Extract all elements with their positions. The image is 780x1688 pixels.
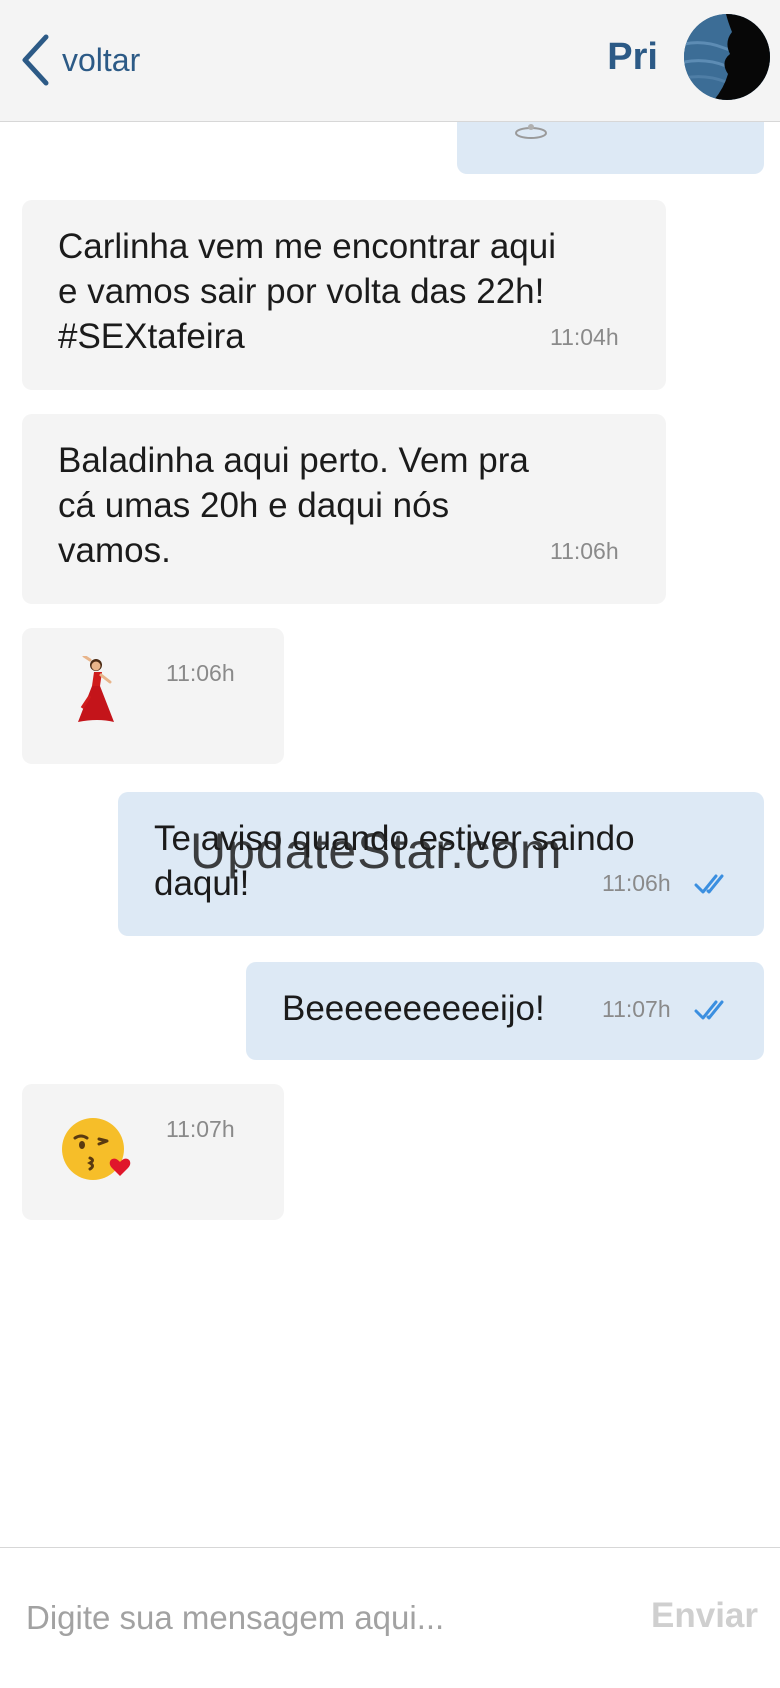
kiss-emoji-icon xyxy=(62,1118,131,1180)
message-text-line: Te aviso quando estiver saindo xyxy=(154,819,635,858)
chat-header: voltar Pri xyxy=(0,0,780,122)
message-timestamp: 11:07h xyxy=(602,996,671,1022)
message-text-line: Baladinha aqui perto. Vem pra xyxy=(58,441,529,480)
message-bubble-incoming-emoji[interactable]: 11:07h xyxy=(22,1084,284,1220)
back-button[interactable]: voltar xyxy=(20,30,140,90)
dancer-emoji-icon xyxy=(78,656,114,722)
message-text-line: vamos. xyxy=(58,531,171,570)
message-list[interactable]: Carlinha vem me encontrar aqui e vamos s… xyxy=(0,122,780,1547)
message-timestamp: 11:06h xyxy=(166,660,235,686)
message-text-line: #SEXtafeira xyxy=(58,317,245,356)
message-timestamp: 11:07h xyxy=(166,1116,235,1142)
image-thumbnail-icon xyxy=(515,124,547,139)
message-text-line: Beeeeeeeeeeijo! xyxy=(282,989,545,1028)
message-timestamp: 11:04h xyxy=(550,324,619,350)
double-check-icon xyxy=(694,874,724,894)
message-bubble-outgoing[interactable]: Te aviso quando estiver saindo daqui! 11… xyxy=(118,792,764,936)
avatar[interactable] xyxy=(684,14,770,100)
chevron-left-icon xyxy=(22,34,49,86)
message-input[interactable] xyxy=(26,1588,586,1648)
message-text-line: e vamos sair por volta das 22h! xyxy=(58,272,545,311)
message-bubble-incoming-emoji[interactable]: 11:06h xyxy=(22,628,284,764)
message-text-line: cá umas 20h e daqui nós xyxy=(58,486,450,525)
back-label: voltar xyxy=(62,41,141,78)
message-timestamp: 11:06h xyxy=(550,538,619,564)
message-text-line: daqui! xyxy=(154,864,250,903)
contact-name[interactable]: Pri xyxy=(607,36,658,79)
message-text-line: Carlinha vem me encontrar aqui xyxy=(58,227,557,266)
message-bubble-outgoing[interactable]: Beeeeeeeeeeijo! 11:07h xyxy=(246,962,764,1060)
message-timestamp: 11:06h xyxy=(602,870,671,896)
message-bubble-incoming[interactable]: Carlinha vem me encontrar aqui e vamos s… xyxy=(22,200,666,390)
message-bubble-incoming[interactable]: Baladinha aqui perto. Vem pra cá umas 20… xyxy=(22,414,666,604)
message-composer: Enviar xyxy=(0,1547,780,1688)
double-check-icon xyxy=(694,1000,724,1020)
message-bubble-outgoing-image[interactable] xyxy=(457,122,764,174)
send-button[interactable]: Enviar xyxy=(651,1596,758,1636)
